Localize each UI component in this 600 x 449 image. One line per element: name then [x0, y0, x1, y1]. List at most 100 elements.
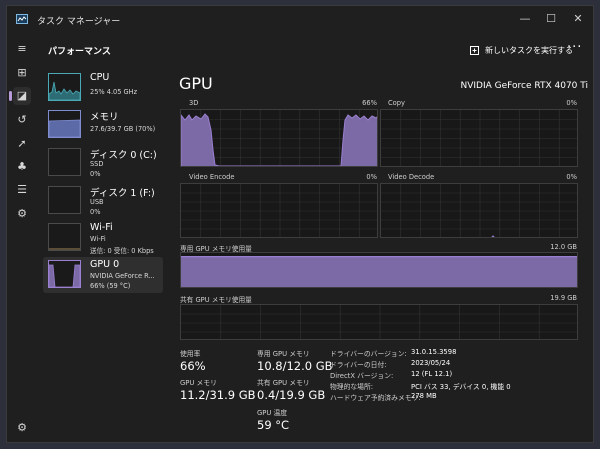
sidebar-item-name: GPU 0	[90, 259, 120, 270]
settings-icon[interactable]: ⚙	[13, 419, 31, 437]
dedicated-gpu-memory-value: 10.8/12.0 GB	[257, 359, 333, 373]
memory-thumbnail	[48, 110, 81, 138]
processes-icon[interactable]: ⊞	[13, 64, 31, 82]
run-task-label: 新しいタスクを実行する	[485, 45, 573, 55]
cpu-mini-graph	[48, 81, 81, 101]
navigation-rail: ≡ ⊞ ◪ ↺ ➚ ♣ ☰ ⚙ ⚙	[7, 34, 37, 442]
sidebar-item-usage: 0%	[90, 170, 101, 178]
gpu-temperature-value: 59 °C	[257, 418, 290, 432]
wifi-mini-graph	[49, 248, 80, 250]
engine-3d-graph	[180, 109, 378, 167]
more-options-icon[interactable]: ···	[567, 40, 582, 55]
driver-date-value: 2023/05/24	[411, 359, 451, 367]
shared-memory-graph	[180, 304, 578, 340]
memory-mini-graph	[48, 119, 81, 138]
sidebar-item-memory[interactable]: メモリ 27.6/39.7 GB (70%)	[43, 107, 163, 143]
wifi-thumbnail	[48, 223, 81, 251]
sidebar-item-name: Wi-Fi	[90, 222, 113, 233]
minimize-button[interactable]: —	[513, 10, 537, 28]
details-icon[interactable]: ☰	[13, 181, 31, 199]
task-manager-window: タスク マネージャー — ☐ ✕ ≡ ⊞ ◪ ↺ ➚ ♣ ☰ ⚙ ⚙ パフォーマ…	[6, 5, 594, 443]
physical-location-value: PCI バス 33, デバイス 0, 機能 0	[411, 383, 511, 391]
engine-video-decode-value: 0%	[566, 173, 577, 181]
sidebar-item-name: ディスク 0 (C:)	[90, 150, 157, 161]
sidebar-item-name: ディスク 1 (F:)	[90, 188, 155, 199]
gpu-mini-graph	[48, 264, 81, 288]
app-history-icon[interactable]: ↺	[13, 111, 31, 129]
close-button[interactable]: ✕	[566, 10, 590, 28]
shared-memory-plot	[181, 305, 577, 339]
task-manager-app-icon	[16, 14, 28, 24]
gpu-memory-label: GPU メモリ	[180, 379, 217, 387]
startup-apps-icon[interactable]: ➚	[13, 135, 31, 153]
sidebar-item-usage: 66% (59 °C)	[90, 282, 131, 290]
reserved-memory-label: ハードウェア予約済みメモリ:	[330, 394, 421, 402]
gpu-model-name: NVIDIA GeForce RTX 4070 Ti	[460, 81, 588, 91]
engine-copy-graph	[380, 109, 578, 167]
sidebar-item-detail: Wi-Fi	[90, 235, 106, 243]
resource-title: GPU	[179, 74, 213, 93]
engine-copy-label: Copy	[388, 99, 405, 107]
gpu-temperature-label: GPU 温度	[257, 409, 288, 417]
engine-video-encode-label: Video Encode	[189, 173, 235, 181]
sidebar-item-wifi[interactable]: Wi-Fi Wi-Fi 送信: 0 受信: 0 Kbps	[43, 220, 163, 256]
engine-3d-label: 3D	[189, 99, 199, 107]
sidebar-item-detail: 25% 4.05 GHz	[90, 88, 138, 96]
sidebar-item-detail: SSD	[90, 160, 104, 168]
cpu-thumbnail	[48, 73, 81, 101]
disk-1-thumbnail	[48, 186, 81, 214]
run-task-icon	[470, 46, 479, 55]
services-icon[interactable]: ⚙	[13, 205, 31, 223]
sidebar-item-disk-1[interactable]: ディスク 1 (F:) USB 0%	[43, 183, 163, 219]
sidebar-item-name: CPU	[90, 72, 110, 83]
dedicated-memory-plot	[181, 255, 577, 287]
gpu-memory-value: 11.2/31.9 GB	[180, 388, 256, 402]
driver-version-value: 31.0.15.3598	[411, 348, 457, 356]
engine-video-decode-plot	[381, 184, 577, 237]
directx-version-value: 12 (FL 12.1)	[411, 370, 453, 378]
physical-location-label: 物理的な場所:	[330, 383, 374, 391]
disk-0-thumbnail	[48, 148, 81, 176]
dedicated-gpu-memory-label: 専用 GPU メモリ	[257, 350, 310, 358]
dedicated-memory-graph	[180, 252, 578, 288]
directx-version-label: DirectX バージョン:	[330, 372, 394, 380]
sidebar-item-detail: 27.6/39.7 GB (70%)	[90, 125, 156, 133]
dedicated-memory-max: 12.0 GB	[550, 243, 577, 251]
engine-video-encode-graph	[180, 183, 378, 238]
shared-memory-max: 19.9 GB	[550, 294, 577, 302]
sidebar-item-cpu[interactable]: CPU 25% 4.05 GHz	[43, 70, 163, 106]
shared-gpu-memory-value: 0.4/19.9 GB	[257, 388, 326, 402]
performance-icon[interactable]: ◪	[9, 87, 31, 105]
users-icon[interactable]: ♣	[13, 158, 31, 176]
sidebar-item-gpu-0[interactable]: GPU 0 NVIDIA GeForce R... 66% (59 °C)	[43, 257, 163, 293]
maximize-button[interactable]: ☐	[539, 10, 563, 28]
dedicated-memory-fill	[181, 256, 577, 287]
page-title: パフォーマンス	[48, 47, 111, 57]
shared-gpu-memory-label: 共有 GPU メモリ	[257, 379, 310, 387]
hamburger-menu-icon[interactable]: ≡	[13, 40, 31, 58]
sidebar-item-throughput: 送信: 0 受信: 0 Kbps	[90, 247, 154, 255]
engine-copy-plot	[381, 110, 577, 166]
sidebar-item-detail: USB	[90, 198, 104, 206]
driver-date-label: ドライバーの日付:	[330, 361, 387, 369]
sidebar-item-usage: 0%	[90, 208, 101, 216]
reserved-memory-value: 278 MB	[411, 392, 437, 400]
shared-memory-label: 共有 GPU メモリ使用量	[180, 296, 252, 304]
gpu-thumbnail	[48, 260, 81, 288]
sidebar-item-name: メモリ	[90, 112, 119, 123]
engine-3d-plot	[181, 110, 377, 166]
window-title: タスク マネージャー	[37, 17, 121, 27]
engine-video-encode-value: 0%	[366, 173, 377, 181]
engine-video-decode-label: Video Decode	[388, 173, 435, 181]
sidebar-item-detail: NVIDIA GeForce R...	[90, 272, 155, 280]
engine-video-decode-graph	[380, 183, 578, 238]
engine-3d-value: 66%	[362, 99, 377, 107]
utilization-value: 66%	[180, 359, 206, 373]
driver-version-label: ドライバーのバージョン:	[330, 350, 407, 358]
engine-copy-value: 0%	[566, 99, 577, 107]
sidebar-item-disk-0[interactable]: ディスク 0 (C:) SSD 0%	[43, 145, 163, 181]
engine-video-encode-plot	[181, 184, 377, 237]
title-bar: タスク マネージャー — ☐ ✕	[7, 6, 593, 34]
run-new-task-button[interactable]: 新しいタスクを実行する	[470, 42, 573, 58]
utilization-label: 使用率	[180, 350, 201, 358]
